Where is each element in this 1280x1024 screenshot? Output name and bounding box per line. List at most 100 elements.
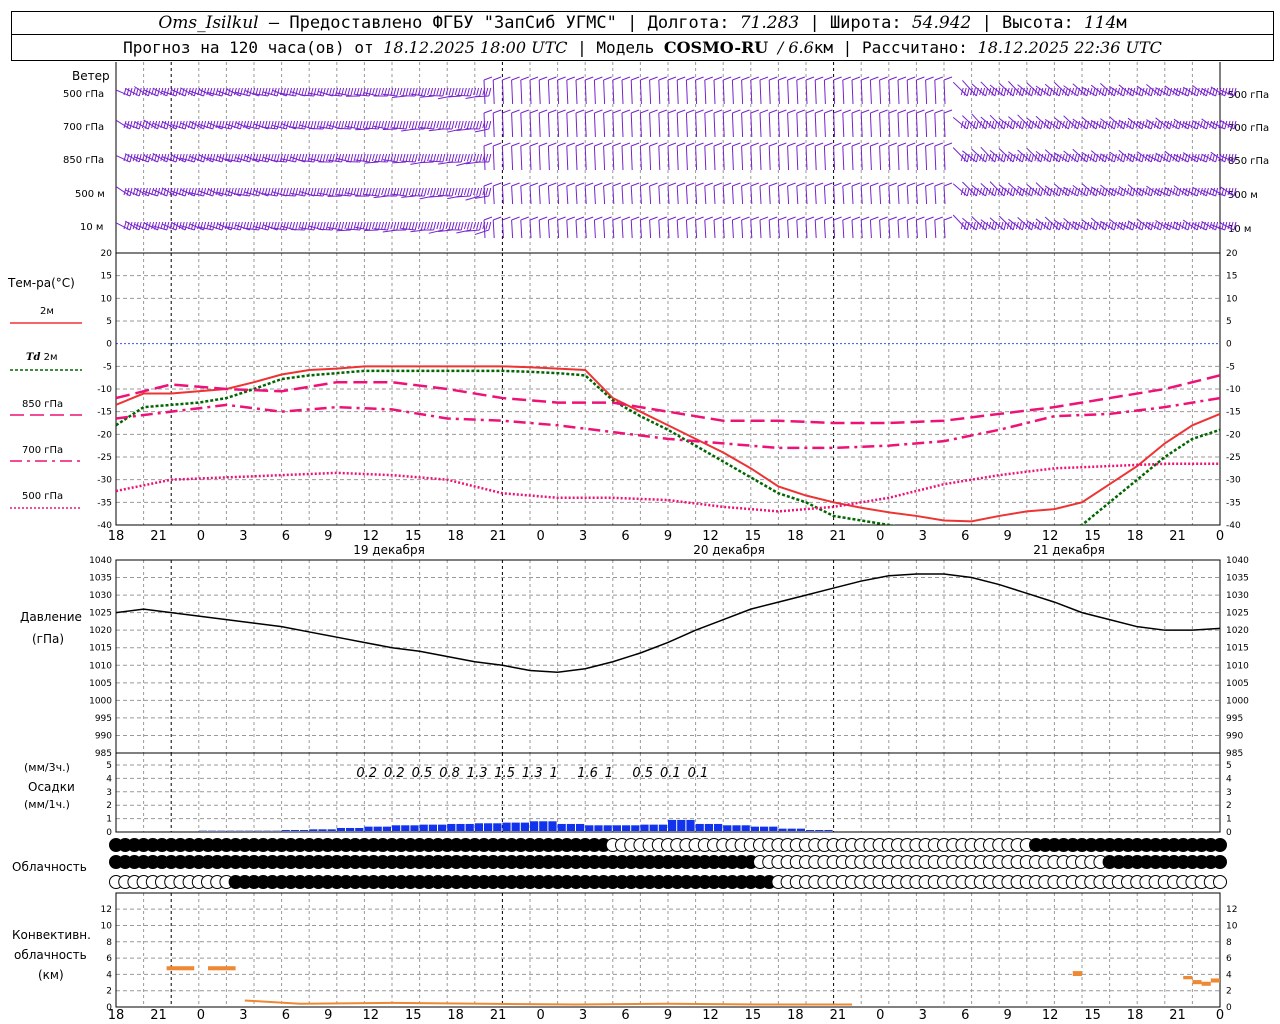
wind-barb-feather: [539, 109, 548, 114]
wind-barb: [547, 142, 557, 171]
wind-barb-feather: [433, 221, 437, 231]
wind-barb-feather: [420, 187, 424, 196]
x-tick-label: 3: [239, 1008, 247, 1023]
wind-barb-feather: [338, 153, 342, 162]
wind-barb-shaft: [593, 145, 596, 171]
wind-barb-shaft: [621, 79, 624, 105]
wind-barb: [814, 76, 824, 105]
wind-barb-feather: [344, 87, 348, 96]
wind-barb-feather: [172, 87, 176, 96]
wind-barb-shaft: [492, 79, 495, 105]
wind-barb-shaft: [649, 219, 652, 239]
wind-barb-feather: [295, 87, 299, 97]
wind-barb: [676, 142, 686, 171]
wind-barb: [621, 142, 631, 171]
wind-barb-feather: [994, 187, 998, 197]
temp-tick-left: -35: [97, 498, 112, 508]
wind-barb: [888, 76, 897, 105]
precip-bar: [530, 821, 539, 831]
wind-barb: [741, 76, 750, 105]
x-tick-label: 21: [830, 1008, 847, 1023]
wind-barb-feather: [529, 142, 539, 147]
wind-barb-feather: [907, 216, 916, 221]
wind-barb-feather: [677, 142, 686, 147]
wind-barb-feather: [879, 216, 888, 221]
wind-barb-shaft: [796, 219, 799, 239]
wind-barb: [741, 109, 750, 138]
wind-barb-feather: [362, 221, 366, 230]
wind-barb-feather: [943, 142, 953, 147]
wind-barb-shaft: [520, 112, 523, 138]
wind-barb-feather: [861, 216, 870, 221]
wind-barb-feather: [310, 153, 314, 162]
precip-bar: [346, 827, 355, 831]
wind-barb-shaft: [520, 79, 523, 105]
wind-barb-feather: [520, 182, 529, 187]
wind-barb-feather: [123, 187, 127, 196]
wind-barb-feather: [316, 153, 320, 162]
wind-barb-feather: [585, 182, 594, 187]
wind-barb-shaft: [584, 112, 587, 138]
wind-barb-feather: [1095, 187, 1099, 197]
precip-bar: [290, 829, 299, 831]
pres-tick-right: 1025: [1226, 609, 1249, 619]
wind-level-500m: 500 м: [75, 189, 105, 200]
wind-barb-shaft: [593, 185, 596, 205]
wind-barb-feather: [359, 120, 363, 130]
wind-barb-feather: [451, 187, 455, 197]
wind-barb: [511, 182, 520, 205]
wind-barb: [529, 109, 539, 138]
wind-barb-shaft: [373, 160, 388, 163]
wind-barb-feather: [454, 187, 458, 196]
wind-barb-feather: [289, 221, 293, 230]
wind-barb-feather: [460, 87, 464, 97]
wind-barb-feather: [236, 153, 240, 162]
wind-barb-feather: [677, 182, 686, 187]
prec-tick-right: 2: [1226, 801, 1232, 811]
x-tick-label: 9: [1004, 1008, 1012, 1023]
wind-barb-feather: [292, 87, 296, 96]
x-tick-label: 3: [239, 529, 247, 544]
precip-bar: [769, 826, 778, 831]
precip-bar: [382, 826, 391, 831]
wind-barb-feather: [612, 216, 621, 221]
wind-barb-feather: [292, 221, 296, 230]
wind-barb-shaft: [685, 79, 688, 105]
wind-barb-feather: [319, 153, 323, 162]
wind-barb-shaft: [630, 145, 633, 171]
wind-barb-shaft: [538, 145, 541, 171]
wind-barb: [777, 109, 787, 138]
wind-barb-feather: [502, 76, 511, 81]
wind-barb-feather: [557, 216, 566, 221]
wind-barb-feather: [1021, 120, 1025, 130]
wind-barb: [731, 182, 741, 205]
wind-level-500hpa: 500 гПа: [63, 89, 105, 100]
wind-barb-shaft: [649, 79, 652, 105]
wind-barb: [547, 216, 557, 239]
wind-barb-shaft: [768, 79, 771, 105]
wind-barb-feather: [399, 120, 403, 129]
wind-barb-feather: [1221, 221, 1225, 230]
precip-bar: [364, 826, 373, 831]
x-tick-label: 21: [150, 1008, 167, 1023]
wind-barb-feather: [511, 216, 520, 221]
wind-barb-shaft: [759, 219, 762, 239]
wind-barb: [538, 76, 548, 105]
wind-barb-shaft: [511, 79, 514, 105]
prec-tick-right: 4: [1226, 774, 1232, 784]
precip-bar: [511, 822, 520, 831]
x-tick-label: 3: [919, 1008, 927, 1023]
x-tick-label: 0: [876, 1008, 884, 1023]
wind-barb-shaft: [897, 145, 900, 171]
wind-barb-feather: [649, 76, 658, 81]
wind-barb-feather: [1196, 187, 1200, 197]
wind-barb-shaft: [630, 185, 633, 205]
wind-barb: [814, 182, 824, 205]
wind-barb-shaft: [639, 112, 642, 138]
wind-barb-feather: [520, 216, 529, 221]
wind-barb: [566, 182, 575, 205]
wind-barb-feather: [310, 120, 314, 129]
wind-barb-feather: [384, 187, 388, 196]
wind-barb-feather: [925, 76, 934, 81]
wind-barb-feather: [704, 109, 713, 114]
